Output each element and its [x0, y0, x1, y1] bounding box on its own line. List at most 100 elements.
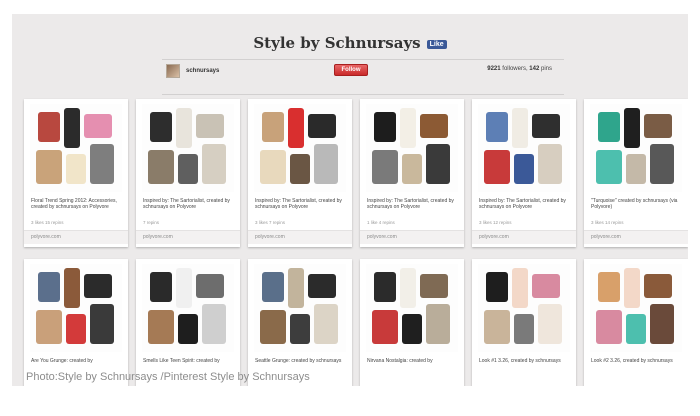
- pin-description: Look #1 3.26, created by schnursays: [479, 358, 561, 364]
- fashion-item-thumbnail: [38, 272, 60, 302]
- fashion-item-thumbnail: [514, 314, 534, 344]
- fashion-item-thumbnail: [420, 114, 448, 138]
- fashion-item-thumbnail: [486, 272, 508, 302]
- pin-stats: 7 repins: [143, 220, 160, 225]
- pin-image[interactable]: [590, 104, 682, 192]
- pin-image[interactable]: [254, 104, 346, 192]
- fashion-item-thumbnail: [626, 154, 646, 184]
- pin-card[interactable]: Inspired by: The Sartorialist, created b…: [360, 99, 464, 247]
- fashion-item-thumbnail: [624, 268, 640, 308]
- pin-image[interactable]: [254, 264, 346, 352]
- pin-image[interactable]: [30, 104, 122, 192]
- pin-card[interactable]: Inspired by: The Sartorialist, created b…: [472, 99, 576, 247]
- fashion-item-thumbnail: [484, 150, 510, 184]
- fashion-item-thumbnail: [644, 114, 672, 138]
- fashion-item-thumbnail: [598, 112, 620, 142]
- pin-source-link[interactable]: polyvore.com: [360, 230, 464, 244]
- fashion-item-thumbnail: [202, 304, 226, 344]
- pin-image[interactable]: [142, 104, 234, 192]
- fashion-item-thumbnail: [374, 272, 396, 302]
- pin-source-link[interactable]: polyvore.com: [24, 230, 128, 244]
- pin-stats: 1 like 4 repins: [367, 220, 395, 225]
- fashion-item-thumbnail: [90, 304, 114, 344]
- fashion-item-thumbnail: [260, 310, 286, 344]
- fashion-item-thumbnail: [148, 150, 174, 184]
- fashion-item-thumbnail: [532, 114, 560, 138]
- fashion-item-thumbnail: [372, 310, 398, 344]
- profile-link[interactable]: schnursays: [166, 64, 219, 78]
- pin-image[interactable]: [478, 264, 570, 352]
- pin-card[interactable]: Inspired by: The Sartorialist, created b…: [248, 99, 352, 247]
- fashion-item-thumbnail: [372, 150, 398, 184]
- fashion-item-thumbnail: [150, 112, 172, 142]
- fashion-item-thumbnail: [644, 274, 672, 298]
- pin-description: Floral Trend Spring 2012: Accessories, c…: [31, 198, 117, 210]
- fashion-item-thumbnail: [598, 272, 620, 302]
- pin-stats: 3 likes 15 repins: [31, 220, 64, 225]
- pin-source-link[interactable]: polyvore.com: [472, 230, 576, 244]
- pin-description: Smells Like Teen Spirit: created by: [143, 358, 220, 364]
- fashion-item-thumbnail: [400, 268, 416, 308]
- fashion-item-thumbnail: [308, 114, 336, 138]
- pin-description: Seattle Grunge: created by schnursays: [255, 358, 342, 364]
- pin-card[interactable]: Floral Trend Spring 2012: Accessories, c…: [24, 99, 128, 247]
- fashion-item-thumbnail: [538, 304, 562, 344]
- fashion-item-thumbnail: [596, 310, 622, 344]
- followers-label: followers,: [502, 66, 528, 72]
- pin-card[interactable]: Inspired by: The Sartorialist, created b…: [136, 99, 240, 247]
- fashion-item-thumbnail: [484, 310, 510, 344]
- pin-stats: 3 likes 14 repins: [591, 220, 624, 225]
- fashion-item-thumbnail: [66, 314, 86, 344]
- username[interactable]: schnursays: [186, 68, 219, 74]
- avatar[interactable]: [166, 64, 180, 78]
- pin-card[interactable]: Are You Grunge: created by: [24, 259, 128, 386]
- fashion-item-thumbnail: [90, 144, 114, 184]
- fashion-item-thumbnail: [624, 108, 640, 148]
- fashion-item-thumbnail: [512, 268, 528, 308]
- follow-button[interactable]: Follow: [334, 64, 368, 76]
- pinterest-board: Style by Schnursays Like schnursays Follo…: [12, 14, 688, 386]
- board-title-row: Style by Schnursays Like: [12, 34, 688, 52]
- pin-card[interactable]: Seattle Grunge: created by schnursays: [248, 259, 352, 386]
- pin-image[interactable]: [30, 264, 122, 352]
- fashion-item-thumbnail: [650, 304, 674, 344]
- photo-caption: Photo:Style by Schnursays /Pinterest Sty…: [26, 371, 310, 383]
- pin-image[interactable]: [142, 264, 234, 352]
- pins-label: pins: [540, 66, 552, 72]
- fashion-item-thumbnail: [512, 108, 528, 148]
- divider: [162, 59, 564, 60]
- facebook-like-button[interactable]: Like: [426, 40, 447, 49]
- fashion-item-thumbnail: [514, 154, 534, 184]
- pin-card[interactable]: "Turquoise" created by schnursays (via P…: [584, 99, 688, 247]
- board-stats: 9221 followers, 142 pins: [487, 66, 552, 72]
- pin-stats: 3 likes 12 repins: [479, 220, 512, 225]
- fashion-item-thumbnail: [38, 112, 60, 142]
- pin-description: Inspired by: The Sartorialist, created b…: [367, 198, 454, 210]
- fashion-item-thumbnail: [84, 274, 112, 298]
- pin-card[interactable]: Look #1 3.26, created by schnursays: [472, 259, 576, 386]
- fashion-item-thumbnail: [596, 150, 622, 184]
- fashion-item-thumbnail: [150, 272, 172, 302]
- pin-image[interactable]: [366, 264, 458, 352]
- fashion-item-thumbnail: [148, 310, 174, 344]
- pin-card[interactable]: Look #2 3.26, created by schnursays: [584, 259, 688, 386]
- pin-source-link[interactable]: polyvore.com: [248, 230, 352, 244]
- fashion-item-thumbnail: [196, 114, 224, 138]
- fashion-item-thumbnail: [486, 112, 508, 142]
- followers-count: 9221: [487, 66, 501, 72]
- fashion-item-thumbnail: [626, 314, 646, 344]
- pin-source-link[interactable]: polyvore.com: [584, 230, 688, 244]
- fashion-item-thumbnail: [36, 310, 62, 344]
- pin-description: Inspired by: The Sartorialist, created b…: [255, 198, 342, 210]
- fashion-item-thumbnail: [538, 144, 562, 184]
- fashion-item-thumbnail: [66, 154, 86, 184]
- fashion-item-thumbnail: [64, 268, 80, 308]
- pin-description: Inspired by: The Sartorialist, created b…: [479, 198, 566, 210]
- pin-image[interactable]: [590, 264, 682, 352]
- pin-source-link[interactable]: polyvore.com: [136, 230, 240, 244]
- pin-image[interactable]: [478, 104, 570, 192]
- pin-card[interactable]: Nirvana Nostalgia: created by: [360, 259, 464, 386]
- fashion-item-thumbnail: [202, 144, 226, 184]
- pin-image[interactable]: [366, 104, 458, 192]
- pin-card[interactable]: Smells Like Teen Spirit: created by: [136, 259, 240, 386]
